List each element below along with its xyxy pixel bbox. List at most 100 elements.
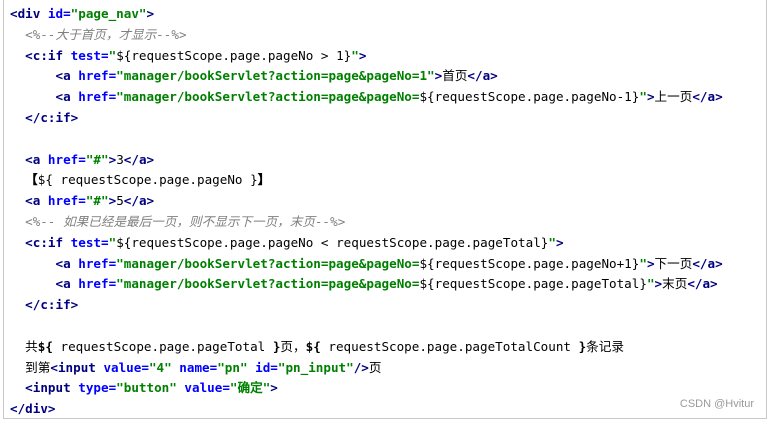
code-token-attr: href=	[78, 276, 117, 292]
code-token-str: "pn_input"	[277, 359, 354, 375]
code-token-comment: <%--大于首页，才显示--%>	[10, 26, 187, 42]
code-token-el: ${requestScope.page.pageNo+1}	[419, 255, 640, 271]
code-token-txt: 5	[116, 193, 124, 209]
code-token-tag: >	[270, 380, 278, 396]
code-token-str: "	[548, 234, 556, 250]
code-token-bold: ${	[37, 338, 53, 354]
code-token-attr: href=	[78, 89, 117, 105]
code-token-str: "确定"	[229, 380, 271, 396]
code-token-txt: 下一页	[654, 255, 693, 271]
code-token-attr: href=	[47, 151, 86, 167]
code-token-el: ${requestScope.page.pageNo-1}	[419, 89, 640, 105]
code-line: <%-- 如果已经是最后一页，则不显示下一页，末页--%>	[10, 212, 723, 233]
code-token-tag: <c:if	[10, 47, 71, 63]
code-token-tag: </a>	[123, 193, 155, 209]
code-line: <c:if test= "${requestScope.page.pageNo <…	[10, 233, 723, 254]
code-token-tag: </c:if>	[10, 297, 79, 313]
code-token-bold: 】	[257, 172, 271, 188]
code-token-str: "#"	[85, 193, 109, 209]
code-token-str: "	[639, 255, 647, 271]
code-token-str: "manager/bookServlet?action=page&pageNo=	[116, 89, 420, 105]
code-token-str: "page_nav"	[70, 6, 147, 21]
code-token-tag: <a	[10, 89, 79, 105]
code-token-tag: </a>	[467, 68, 498, 84]
code-token-bold: 【	[10, 172, 38, 188]
code-token-txt: 末页	[662, 276, 688, 292]
code-token-attr: id=	[255, 359, 278, 375]
code-token-tag: <a	[10, 255, 79, 271]
code-token-str: "4"	[148, 359, 180, 375]
code-token-str: "manager/bookServlet?action=page&pageNo=…	[116, 68, 435, 84]
code-token-el: ${ requestScope.page.pageNo }	[37, 172, 258, 188]
code-line: <a href="manager/bookServlet?action=page…	[10, 274, 723, 295]
code-token-str: "	[639, 89, 647, 105]
code-token-tag: <input	[10, 380, 79, 396]
code-token-el: ${requestScope.page.pageTotal}	[419, 276, 647, 292]
code-line: </c:if>	[10, 108, 723, 129]
code-token-comment: <%-- 如果已经是最后一页，则不显示下一页，末页--%>	[10, 213, 346, 229]
code-token-tag: >	[646, 89, 655, 105]
code-line: <a href="manager/bookServlet?action=page…	[10, 66, 723, 87]
code-token-el: requestScope.page.pageTotalCount	[320, 338, 579, 354]
code-token-tag: </a>	[692, 255, 723, 271]
code-token-attr: test=	[70, 47, 109, 63]
code-token-tag: <div	[10, 6, 48, 21]
code-token-el: ${requestScope.page.pageNo < requestScop…	[116, 234, 549, 250]
code-token-attr: id=	[47, 6, 71, 21]
code-token-str: "#"	[85, 151, 109, 167]
code-token-attr: href=	[47, 193, 86, 209]
code-token-tag: </c:if>	[10, 109, 79, 125]
code-token-tag: <a	[10, 151, 48, 167]
code-token-attr: test=	[70, 234, 109, 250]
code-token-tag: <input	[50, 359, 104, 375]
code-line: </div>	[10, 399, 723, 420]
code-line: <a href="manager/bookServlet?action=page…	[10, 254, 723, 275]
code-token-txt: 条记录	[586, 338, 624, 354]
code-token-tag: <a	[10, 68, 79, 84]
code-line: <c:if test= "${requestScope.page.pageNo >…	[10, 46, 723, 67]
code-line: <input type="button" value="确定">	[10, 378, 723, 399]
code-token-tag: />	[353, 359, 369, 375]
code-line: </c:if>	[10, 295, 723, 316]
code-line: <a href="#">5</a>	[10, 191, 723, 212]
code-token-str: "	[351, 47, 359, 63]
code-token-tag: <c:if	[10, 234, 71, 250]
code-token-tag: </a>	[123, 151, 155, 167]
watermark: CSDN @Hvitur	[679, 398, 754, 410]
code-line: 【${ requestScope.page.pageNo }】	[10, 170, 723, 191]
code-token-tag: >	[146, 6, 155, 21]
code-token-bold: ${	[305, 338, 321, 354]
code-listing: <div id="page_nav"> <%--大于首页，才显示--%> <c:…	[10, 4, 723, 420]
code-token-attr: name=	[179, 359, 218, 375]
code-token-tag: <a	[10, 193, 48, 209]
code-token-tag: >	[358, 47, 367, 63]
code-block: <div id="page_nav"> <%--大于首页，才显示--%> <c:…	[3, 0, 767, 419]
code-line: <a href="#">3</a>	[10, 150, 723, 171]
code-token-txt: 到第	[10, 359, 51, 375]
code-token-attr: href=	[78, 255, 117, 271]
code-token-attr: value=	[184, 380, 230, 396]
code-token-el: requestScope.page.pageTotal	[52, 338, 273, 354]
code-token-tag: >	[654, 276, 663, 292]
code-token-str: "pn"	[217, 359, 256, 375]
code-token-tag: >	[555, 234, 564, 250]
code-token-tag: <a	[10, 276, 79, 292]
code-token-tag: </div>	[10, 401, 56, 417]
code-token-str: "	[646, 276, 655, 292]
code-token-tag: >	[646, 255, 655, 271]
code-token-tag: </a>	[692, 89, 723, 105]
code-line: <div id="page_nav">	[10, 4, 723, 25]
code-token-txt: 页	[368, 359, 382, 375]
code-token-tag: </a>	[687, 276, 718, 292]
code-token-attr: href=	[78, 68, 117, 84]
code-token-txt: 上一页	[654, 89, 693, 105]
code-token-txt: 3	[116, 151, 124, 167]
code-token-attr: type=	[78, 380, 117, 396]
code-token-txt: 共	[10, 338, 38, 354]
code-token-txt: 页，	[280, 338, 306, 354]
code-token-el: ${requestScope.page.pageNo > 1}	[116, 47, 352, 63]
code-token-str: "manager/bookServlet?action=page&pageNo=	[116, 255, 420, 271]
code-line: 共${ requestScope.page.pageTotal }页，${ re…	[10, 337, 723, 358]
